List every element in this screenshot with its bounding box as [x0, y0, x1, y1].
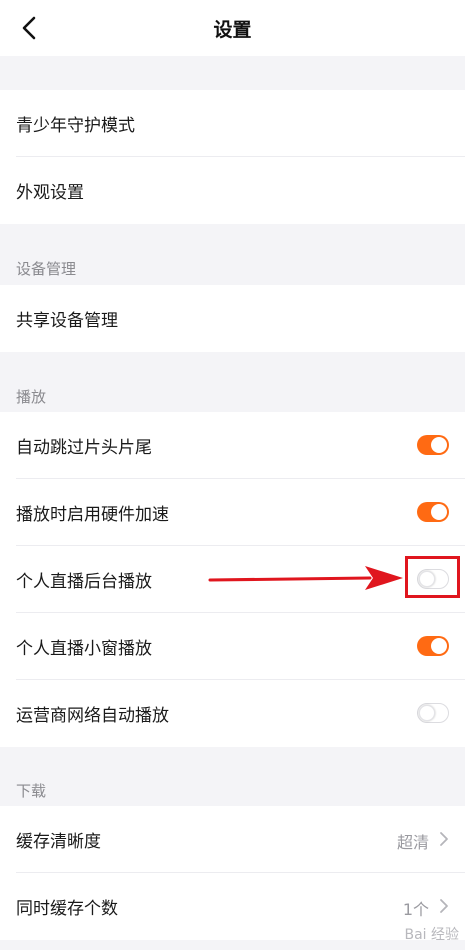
chevron-right-icon	[440, 832, 448, 846]
settings-item-label: 青少年守护模式	[16, 116, 135, 136]
cellular-autoplay-toggle[interactable]	[417, 703, 449, 723]
cache-quality-value: 超清	[396, 833, 429, 852]
live-mini-window-toggle[interactable]	[417, 636, 449, 656]
skip-intro-toggle[interactable]	[417, 435, 449, 455]
settings-item-label: 外观设置	[16, 183, 84, 203]
settings-item-live-mini-window: 个人直播小窗播放	[0, 613, 465, 680]
settings-item-label: 自动跳过片头片尾	[16, 438, 152, 458]
settings-item-label: 播放时启用硬件加速	[16, 505, 169, 525]
section-title-download: 下载	[16, 782, 47, 800]
settings-item-concurrent-cache[interactable]: 同时缓存个数 1个	[0, 873, 465, 940]
settings-item-hw-acceleration: 播放时启用硬件加速	[0, 479, 465, 546]
settings-item-label: 缓存清晰度	[16, 832, 101, 852]
section-title-device: 设备管理	[16, 260, 77, 278]
toggle-knob	[431, 437, 447, 453]
chevron-right-icon	[440, 899, 448, 913]
hw-acceleration-toggle[interactable]	[417, 502, 449, 522]
annotation-arrow-icon	[208, 566, 403, 590]
annotation-highlight-box	[405, 556, 460, 598]
concurrent-cache-value: 1个	[402, 900, 429, 919]
settings-item-cache-quality[interactable]: 缓存清晰度 超清	[0, 806, 465, 873]
page-title: 设置	[213, 19, 252, 41]
settings-item-shared-devices[interactable]: 共享设备管理	[0, 285, 465, 352]
section-title-playback: 播放	[16, 388, 47, 406]
settings-item-skip-intro: 自动跳过片头片尾	[0, 412, 465, 479]
settings-item-cellular-autoplay: 运营商网络自动播放	[0, 680, 465, 747]
settings-item-label: 同时缓存个数	[16, 899, 118, 919]
watermark: Bai 经验	[404, 927, 459, 943]
settings-item-label: 个人直播后台播放	[16, 572, 152, 592]
settings-item-label: 共享设备管理	[16, 311, 118, 331]
settings-item-label: 运营商网络自动播放	[16, 706, 169, 726]
settings-item-appearance[interactable]: 外观设置	[0, 157, 465, 224]
settings-item-youth-mode[interactable]: 青少年守护模式	[0, 90, 465, 157]
toggle-knob	[431, 638, 447, 654]
toggle-knob	[419, 705, 435, 721]
header-bar: 设置	[0, 0, 465, 56]
toggle-knob	[431, 504, 447, 520]
settings-item-label: 个人直播小窗播放	[16, 639, 152, 659]
